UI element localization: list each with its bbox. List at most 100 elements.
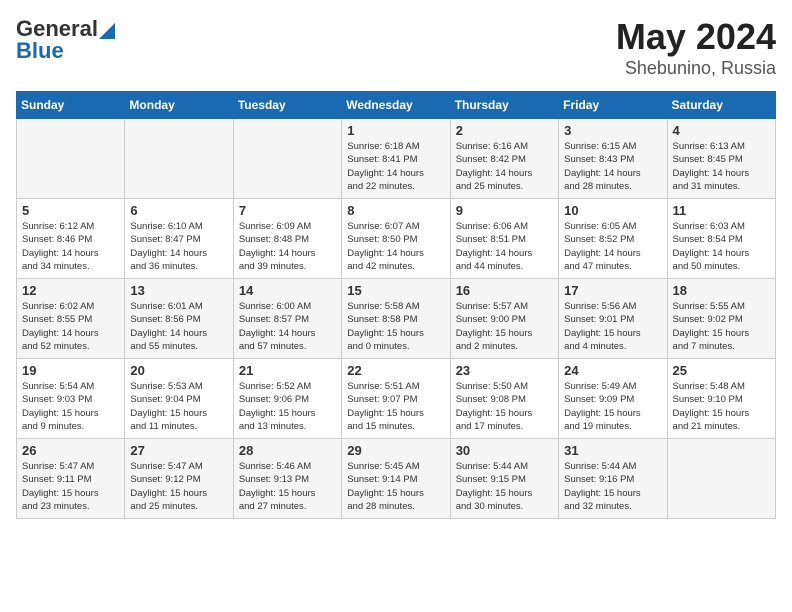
header-day-monday: Monday [125, 92, 233, 119]
calendar-cell: 29Sunrise: 5:45 AMSunset: 9:14 PMDayligh… [342, 439, 450, 519]
calendar-cell: 14Sunrise: 6:00 AMSunset: 8:57 PMDayligh… [233, 279, 341, 359]
cell-content: Daylight: 15 hours [347, 407, 444, 420]
cell-content: and 42 minutes. [347, 260, 444, 273]
cell-content: Sunrise: 6:07 AM [347, 220, 444, 233]
cell-content: Daylight: 15 hours [456, 407, 553, 420]
cell-content: Daylight: 15 hours [22, 487, 119, 500]
cell-content: Sunset: 8:51 PM [456, 233, 553, 246]
cell-content: and 0 minutes. [347, 340, 444, 353]
cell-content: Daylight: 14 hours [22, 247, 119, 260]
cell-content: Sunset: 8:55 PM [22, 313, 119, 326]
cell-content: and 4 minutes. [564, 340, 661, 353]
cell-content: Sunrise: 5:47 AM [130, 460, 227, 473]
cell-content: Sunrise: 6:15 AM [564, 140, 661, 153]
cell-content: Sunrise: 6:01 AM [130, 300, 227, 313]
cell-content: Sunrise: 5:44 AM [456, 460, 553, 473]
calendar-cell: 18Sunrise: 5:55 AMSunset: 9:02 PMDayligh… [667, 279, 775, 359]
cell-content: Sunset: 9:14 PM [347, 473, 444, 486]
cell-content: Sunrise: 6:03 AM [673, 220, 770, 233]
cell-content: Sunrise: 5:58 AM [347, 300, 444, 313]
day-number: 4 [673, 123, 770, 138]
calendar-cell: 4Sunrise: 6:13 AMSunset: 8:45 PMDaylight… [667, 119, 775, 199]
calendar-cell: 9 Sunrise: 6:06 AMSunset: 8:51 PMDaylight… [450, 199, 558, 279]
cell-content: Sunset: 8:58 PM [347, 313, 444, 326]
logo-text: General Blue [16, 16, 115, 64]
cell-content: and 55 minutes. [130, 340, 227, 353]
cell-content: and 15 minutes. [347, 420, 444, 433]
cell-content: and 44 minutes. [456, 260, 553, 273]
cell-content: Sunrise: 5:50 AM [456, 380, 553, 393]
cell-content: Daylight: 14 hours [673, 167, 770, 180]
cell-content: Sunrise: 6:02 AM [22, 300, 119, 313]
cell-content: Daylight: 14 hours [673, 247, 770, 260]
cell-content: Daylight: 15 hours [564, 487, 661, 500]
day-number: 19 [22, 363, 119, 378]
cell-content: Sunrise: 6:06 AM [456, 220, 553, 233]
cell-content: and 57 minutes. [239, 340, 336, 353]
cell-content: Sunrise: 6:05 AM [564, 220, 661, 233]
cell-content: Daylight: 15 hours [673, 327, 770, 340]
cell-content: and 50 minutes. [673, 260, 770, 273]
cell-content: and 25 minutes. [130, 500, 227, 513]
day-number: 17 [564, 283, 661, 298]
cell-content: Sunrise: 5:45 AM [347, 460, 444, 473]
header-day-wednesday: Wednesday [342, 92, 450, 119]
cell-content: Daylight: 15 hours [239, 487, 336, 500]
cell-content: and 13 minutes. [239, 420, 336, 433]
cell-content: Daylight: 14 hours [130, 247, 227, 260]
cell-content: and 22 minutes. [347, 180, 444, 193]
day-number: 24 [564, 363, 661, 378]
month-year: May 2024 [616, 16, 776, 58]
cell-content: Daylight: 14 hours [347, 167, 444, 180]
day-number: 2 [456, 123, 553, 138]
cell-content: Sunrise: 5:46 AM [239, 460, 336, 473]
cell-content: Sunset: 9:06 PM [239, 393, 336, 406]
calendar-cell: 30Sunrise: 5:44 AMSunset: 9:15 PMDayligh… [450, 439, 558, 519]
calendar-table: SundayMondayTuesdayWednesdayThursdayFrid… [16, 91, 776, 519]
cell-content: Sunset: 9:11 PM [22, 473, 119, 486]
calendar-cell: 24Sunrise: 5:49 AMSunset: 9:09 PMDayligh… [559, 359, 667, 439]
day-number: 3 [564, 123, 661, 138]
calendar-cell: 20Sunrise: 5:53 AMSunset: 9:04 PMDayligh… [125, 359, 233, 439]
day-number: 14 [239, 283, 336, 298]
header-day-tuesday: Tuesday [233, 92, 341, 119]
cell-content: Sunset: 8:41 PM [347, 153, 444, 166]
calendar-cell: 13Sunrise: 6:01 AMSunset: 8:56 PMDayligh… [125, 279, 233, 359]
cell-content: Daylight: 15 hours [564, 327, 661, 340]
day-number: 23 [456, 363, 553, 378]
cell-content: Daylight: 14 hours [456, 167, 553, 180]
cell-content: Sunset: 9:10 PM [673, 393, 770, 406]
cell-content: Daylight: 15 hours [130, 407, 227, 420]
cell-content: Daylight: 15 hours [347, 327, 444, 340]
day-number: 6 [130, 203, 227, 218]
logo: General Blue [16, 16, 115, 64]
day-number: 13 [130, 283, 227, 298]
cell-content: and 31 minutes. [673, 180, 770, 193]
cell-content: and 11 minutes. [130, 420, 227, 433]
logo-triangle-icon [99, 19, 115, 39]
day-number: 9 [456, 203, 553, 218]
cell-content: Sunset: 8:50 PM [347, 233, 444, 246]
calendar-cell: 23Sunrise: 5:50 AMSunset: 9:08 PMDayligh… [450, 359, 558, 439]
location: Shebunino, Russia [616, 58, 776, 79]
header-day-friday: Friday [559, 92, 667, 119]
cell-content: Daylight: 14 hours [456, 247, 553, 260]
day-number: 27 [130, 443, 227, 458]
day-number: 1 [347, 123, 444, 138]
cell-content: Daylight: 15 hours [22, 407, 119, 420]
day-number: 28 [239, 443, 336, 458]
cell-content: and 23 minutes. [22, 500, 119, 513]
calendar-cell: 19Sunrise: 5:54 AMSunset: 9:03 PMDayligh… [17, 359, 125, 439]
day-number: 18 [673, 283, 770, 298]
cell-content: Sunset: 8:45 PM [673, 153, 770, 166]
cell-content: Sunrise: 6:00 AM [239, 300, 336, 313]
cell-content: Sunset: 9:03 PM [22, 393, 119, 406]
calendar-header: SundayMondayTuesdayWednesdayThursdayFrid… [17, 92, 776, 119]
cell-content: Sunrise: 5:44 AM [564, 460, 661, 473]
cell-content: and 34 minutes. [22, 260, 119, 273]
cell-content: and 28 minutes. [347, 500, 444, 513]
cell-content: Daylight: 15 hours [239, 407, 336, 420]
week-row-5: 26Sunrise: 5:47 AMSunset: 9:11 PMDayligh… [17, 439, 776, 519]
calendar-cell: 27Sunrise: 5:47 AMSunset: 9:12 PMDayligh… [125, 439, 233, 519]
cell-content: and 32 minutes. [564, 500, 661, 513]
